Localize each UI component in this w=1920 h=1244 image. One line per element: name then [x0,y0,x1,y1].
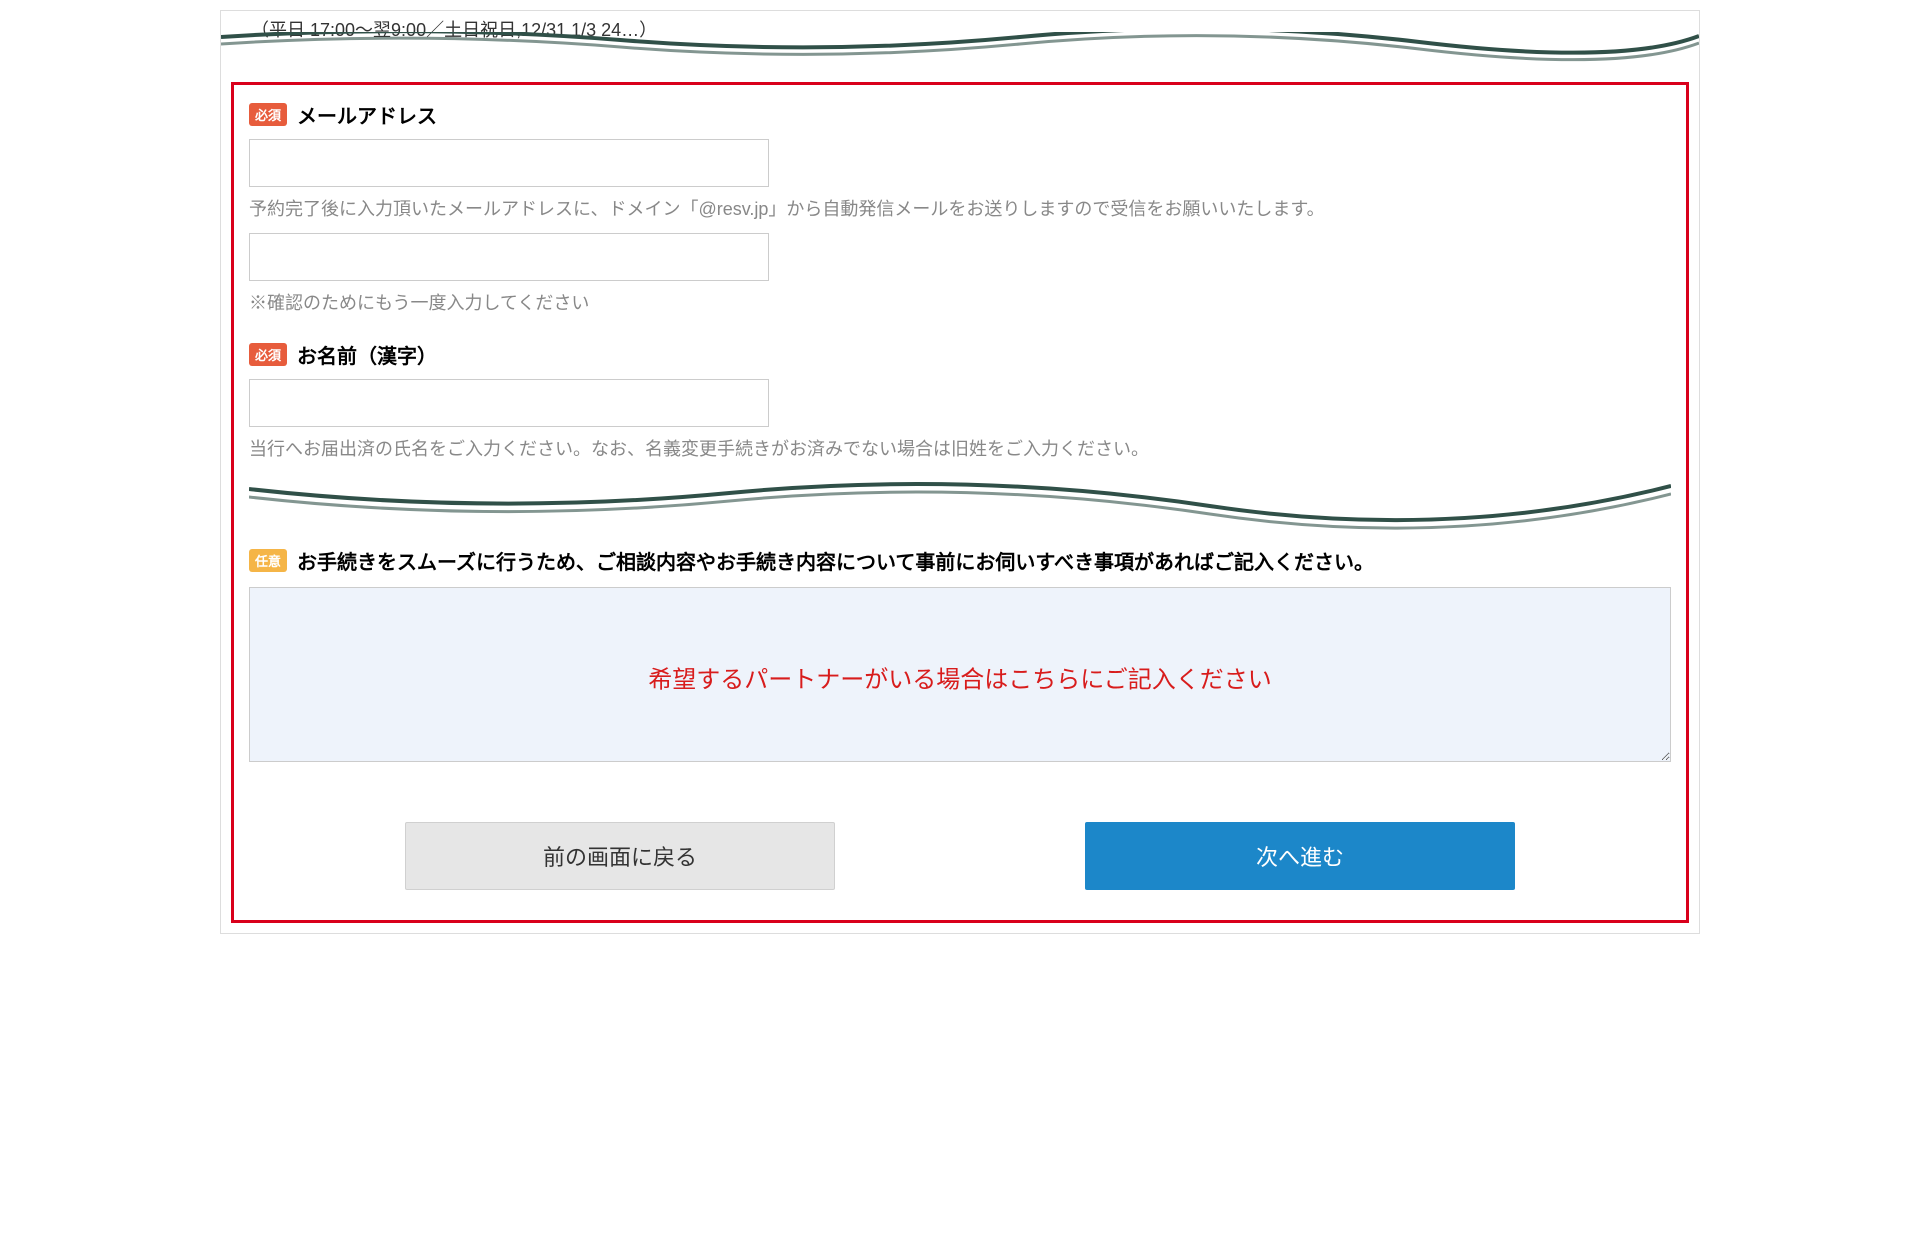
required-badge: 必須 [249,103,287,126]
name-help-text: 当行へお届出済の氏名をご入力ください。なお、名義変更手続きがお済みでない場合は旧… [249,435,1671,461]
notes-label: お手続きをスムーズに行うため、ご相談内容やお手続き内容について事前にお伺いすべき… [297,546,1374,575]
next-button[interactable]: 次へ進む [1085,822,1515,890]
email-confirm-help-text: ※確認のためにもう一度入力してください [249,289,1671,315]
name-input[interactable] [249,379,769,427]
email-group: 必須 メールアドレス 予約完了後に入力頂いたメールアドレスに、ドメイン「@res… [249,100,1671,315]
notes-label-row: 任意 お手続きをスムーズに行うため、ご相談内容やお手続き内容について事前にお伺い… [249,546,1671,575]
email-input[interactable] [249,139,769,187]
notes-textarea-wrap: 希望するパートナーがいる場合はこちらにご記入ください [249,587,1671,767]
name-group: 必須 お名前（漢字） 当行へお届出済の氏名をご入力ください。なお、名義変更手続き… [249,340,1671,461]
name-label: お名前（漢字） [297,340,437,369]
required-badge: 必須 [249,343,287,366]
section-divider-mid [249,481,1671,531]
back-button[interactable]: 前の画面に戻る [405,822,835,890]
notes-group: 任意 お手続きをスムーズに行うため、ご相談内容やお手続き内容について事前にお伺い… [249,546,1671,767]
email-confirm-input[interactable] [249,233,769,281]
notes-textarea[interactable] [249,587,1671,762]
optional-badge: 任意 [249,549,287,572]
button-row: 前の画面に戻る 次へ進む [249,822,1671,890]
page-container: （平日 17:00～翌9:00／土日祝日,12/31 1/3 24…） 必須 メ… [220,10,1700,934]
email-label: メールアドレス [297,100,437,129]
name-label-row: 必須 お名前（漢字） [249,340,1671,369]
form-section: 必須 メールアドレス 予約完了後に入力頂いたメールアドレスに、ドメイン「@res… [231,82,1689,923]
email-label-row: 必須 メールアドレス [249,100,1671,129]
section-divider-top [221,32,1699,72]
email-help-text: 予約完了後に入力頂いたメールアドレスに、ドメイン「@resv.jp」から自動発信… [249,195,1671,221]
